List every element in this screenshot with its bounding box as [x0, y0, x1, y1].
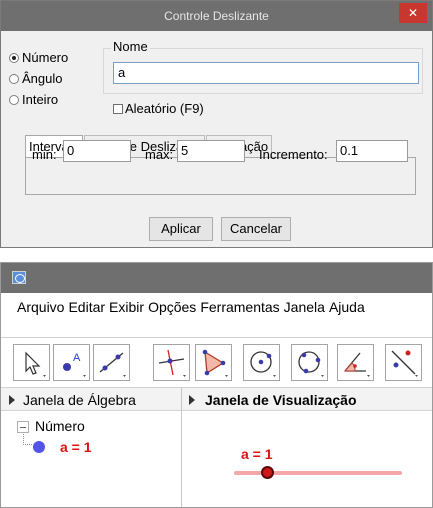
radio-number-label: Número: [22, 50, 69, 65]
panel-divider[interactable]: [181, 387, 182, 507]
algebra-view-title: Janela de Álgebra: [23, 392, 136, 408]
radio-icon[interactable]: [9, 94, 19, 105]
slider-label[interactable]: a = 1: [241, 446, 273, 462]
increment-label: Incremento:: [259, 147, 328, 162]
menu-options[interactable]: Opções: [148, 299, 196, 315]
algebra-view-header[interactable]: Janela de Álgebra: [1, 387, 181, 411]
menu-window[interactable]: Janela: [284, 299, 325, 315]
close-button[interactable]: ✕: [399, 3, 427, 23]
name-label: Nome: [111, 39, 150, 54]
radio-icon[interactable]: [9, 52, 19, 63]
collapse-arrow-icon[interactable]: [9, 395, 15, 405]
move-tool-button[interactable]: [13, 344, 50, 381]
graphics-view-header[interactable]: Janela de Visualização: [182, 387, 432, 411]
app-titlebar[interactable]: [1, 263, 432, 293]
menu-help[interactable]: Ajuda: [329, 299, 365, 315]
min-input[interactable]: 0: [63, 140, 131, 162]
max-label: max:: [145, 147, 174, 162]
point-icon-label: A: [73, 352, 81, 364]
increment-input[interactable]: 0.1: [336, 140, 408, 162]
reflect-tool-button[interactable]: [385, 344, 422, 381]
slider-dialog: Controle Deslizante ✕ Número Ângulo Inte…: [0, 0, 433, 248]
dialog-titlebar[interactable]: Controle Deslizante ✕: [1, 1, 432, 31]
algebra-object-a[interactable]: a = 1: [60, 439, 92, 455]
move-pointer-icon: [25, 351, 46, 377]
tree-connector: [23, 434, 32, 445]
angle-icon: [343, 352, 370, 377]
slider-knob[interactable]: [261, 466, 275, 479]
circle-center-tool-button[interactable]: [243, 344, 280, 381]
geogebra-window: Arquivo Editar Exibir Opções Ferramentas…: [0, 262, 433, 508]
dialog-body: Número Ângulo Inteiro Nome a Aleatório (…: [9, 32, 424, 240]
polygon-tool-button[interactable]: [195, 344, 232, 381]
radio-angle[interactable]: Ângulo: [9, 71, 62, 86]
circle-three-points-icon: [298, 351, 324, 377]
name-input[interactable]: a: [113, 62, 419, 84]
line-through-two-points-icon: [99, 352, 126, 377]
radio-integer-label: Inteiro: [22, 92, 59, 107]
perpendicular-tool-button[interactable]: [153, 344, 190, 381]
visibility-toggle-dot-icon[interactable]: [33, 441, 45, 453]
menu-view[interactable]: Exibir: [109, 299, 144, 315]
min-label: min:: [32, 147, 57, 162]
menu-edit[interactable]: Editar: [68, 299, 105, 315]
radio-integer[interactable]: Inteiro: [9, 92, 58, 107]
algebra-category-label: Número: [35, 418, 85, 434]
radio-icon[interactable]: [9, 73, 19, 84]
menu-file[interactable]: Arquivo: [17, 299, 64, 315]
radio-number[interactable]: Número: [9, 50, 68, 65]
slider-track[interactable]: [234, 471, 402, 475]
circle-three-points-tool-button[interactable]: [291, 344, 328, 381]
reflect-about-line-icon: [391, 350, 418, 377]
random-checkbox[interactable]: Aleatório (F9): [113, 101, 204, 116]
perpendicular-line-icon: [158, 349, 186, 377]
interval-panel: [25, 157, 416, 195]
collapse-minus-icon[interactable]: [17, 421, 29, 433]
app-logo-icon: [12, 271, 26, 284]
checkbox-icon[interactable]: [113, 103, 123, 114]
apply-button[interactable]: Aplicar: [149, 217, 213, 241]
cancel-button[interactable]: Cancelar: [221, 217, 291, 241]
collapse-arrow-icon[interactable]: [189, 395, 195, 405]
angle-tool-button[interactable]: [337, 344, 374, 381]
menu-tools[interactable]: Ferramentas: [200, 299, 279, 315]
menubar: Arquivo Editar Exibir Opções Ferramentas…: [1, 293, 432, 321]
polygon-icon: [202, 349, 228, 377]
radio-angle-label: Ângulo: [22, 71, 63, 86]
line-tool-button[interactable]: [93, 344, 130, 381]
random-label: Aleatório (F9): [125, 101, 204, 116]
point-tool-button[interactable]: A: [53, 344, 90, 381]
max-input[interactable]: 5: [177, 140, 245, 162]
new-point-icon: A: [63, 352, 86, 377]
graphics-view-title: Janela de Visualização: [205, 392, 357, 408]
circle-center-point-icon: [250, 351, 276, 377]
dialog-title: Controle Deslizante: [164, 9, 269, 23]
